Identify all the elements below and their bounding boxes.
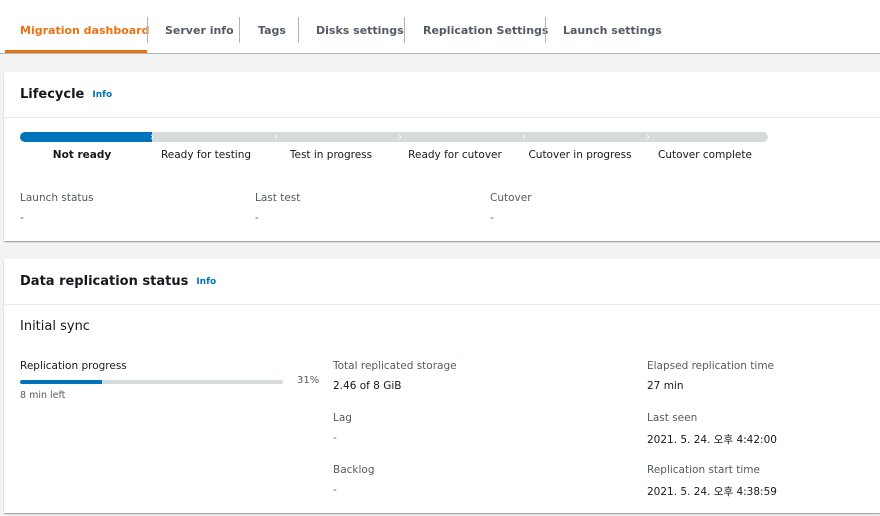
lifecycle-segment-cutover-in-progress <box>524 132 648 142</box>
stage-label-cutover-complete: Cutover complete <box>658 149 752 161</box>
tab-separator <box>404 17 405 43</box>
replication-title: Data replication status <box>20 274 189 289</box>
tab-separator <box>147 17 148 43</box>
last-seen-label: Last seen <box>647 412 698 424</box>
cutover-label: Cutover <box>490 192 532 204</box>
lifecycle-info-link[interactable]: Info <box>92 90 112 100</box>
lifecycle-segment-test-in-progress <box>276 132 400 142</box>
lag-label: Lag <box>333 412 352 424</box>
lifecycle-segment-cutover-complete <box>648 132 768 142</box>
elapsed-time-label: Elapsed replication time <box>647 360 775 372</box>
chevron-right-icon: › <box>522 130 527 143</box>
replication-progress-label: Replication progress <box>20 360 127 372</box>
replication-header: Data replication status Info <box>4 259 880 305</box>
chevron-right-icon: › <box>274 130 279 143</box>
start-time-value: 2021. 5. 24. 오후 4:38:59 <box>647 486 777 498</box>
active-tab-indicator <box>5 50 147 53</box>
replication-progress-fill <box>20 380 102 384</box>
lifecycle-progress-track: › › › › › <box>20 130 768 143</box>
lifecycle-card: Lifecycle Info › › › › › Not ready Ready… <box>4 72 880 241</box>
last-test-label: Last test <box>255 192 301 204</box>
tab-migration-dashboard[interactable]: Migration dashboard <box>5 17 165 43</box>
launch-status-value: - <box>20 212 24 224</box>
stage-label-cutover-in-progress: Cutover in progress <box>528 149 632 161</box>
replication-time-left: 8 min left <box>20 390 66 401</box>
backlog-value: - <box>333 484 337 496</box>
stage-label-ready-for-testing: Ready for testing <box>160 149 252 161</box>
lifecycle-segment-ready-for-cutover <box>400 132 524 142</box>
tab-separator <box>545 17 546 43</box>
tab-replication-settings[interactable]: Replication Settings <box>408 17 563 43</box>
lifecycle-segment-not-ready <box>20 132 152 142</box>
cutover-value: - <box>490 212 494 224</box>
lifecycle-segment-ready-for-testing <box>152 132 276 142</box>
last-seen-value: 2021. 5. 24. 오후 4:42:00 <box>647 434 777 446</box>
stage-label-not-ready: Not ready <box>52 149 112 161</box>
backlog-label: Backlog <box>333 464 375 476</box>
tab-server-info[interactable]: Server info <box>150 17 249 43</box>
stage-label-test-in-progress: Test in progress <box>289 149 373 161</box>
chevron-right-icon: › <box>150 130 155 143</box>
replication-progress-percent: 31% <box>297 375 320 386</box>
lag-value: - <box>333 432 337 444</box>
total-storage-label: Total replicated storage <box>333 360 457 372</box>
elapsed-time-value: 27 min <box>647 380 684 392</box>
data-replication-card: Data replication status Info Initial syn… <box>4 259 880 513</box>
last-test-value: - <box>255 212 259 224</box>
lifecycle-header: Lifecycle Info <box>4 72 880 118</box>
stage-label-ready-for-cutover: Ready for cutover <box>408 149 502 161</box>
replication-info-link[interactable]: Info <box>196 277 216 287</box>
start-time-label: Replication start time <box>647 464 760 476</box>
tab-launch-settings[interactable]: Launch settings <box>548 17 677 43</box>
tab-tags[interactable]: Tags <box>243 17 301 43</box>
replication-progress-bar <box>20 380 283 384</box>
tab-bar: Migration dashboard Server info Tags Dis… <box>0 0 880 54</box>
replication-subtitle: Initial sync <box>20 319 90 334</box>
chevron-right-icon: › <box>398 130 403 143</box>
tab-separator <box>298 17 299 43</box>
total-storage-value: 2.46 of 8 GiB <box>333 380 402 392</box>
tab-disks-settings[interactable]: Disks settings <box>301 17 419 43</box>
launch-status-label: Launch status <box>20 192 94 204</box>
lifecycle-title: Lifecycle <box>20 87 85 102</box>
chevron-right-icon: › <box>646 130 651 143</box>
tab-separator <box>239 17 240 43</box>
